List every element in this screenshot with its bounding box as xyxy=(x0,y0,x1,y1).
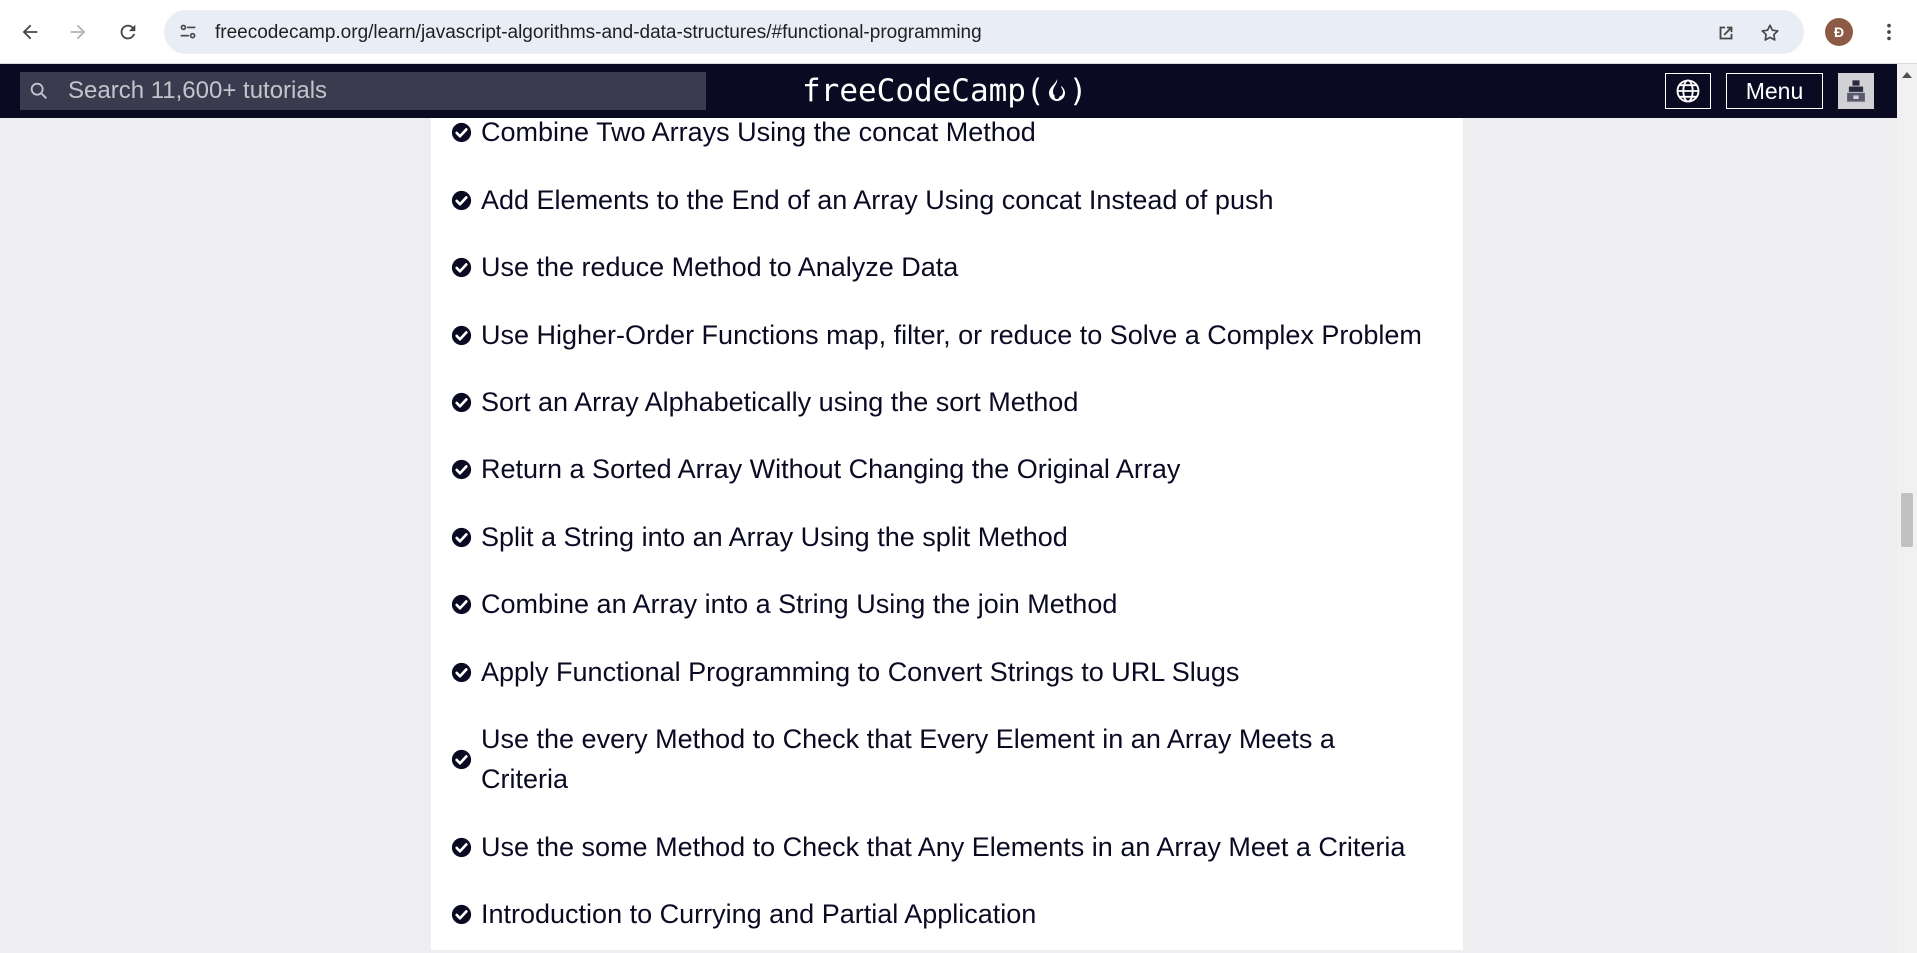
challenge-title: Combine Two Arrays Using the concat Meth… xyxy=(481,117,1036,147)
challenge-item[interactable]: Split a String into an Array Using the s… xyxy=(451,517,1441,557)
site-info-icon[interactable] xyxy=(174,18,202,46)
completed-check-icon xyxy=(451,594,472,614)
challenge-item[interactable]: Return a Sorted Array Without Changing t… xyxy=(451,449,1441,489)
logo-text: freeCodeCamp( xyxy=(802,73,1045,109)
challenge-item[interactable]: Sort an Array Alphabetically using the s… xyxy=(451,382,1441,422)
challenge-item[interactable]: Use Higher-Order Functions map, filter, … xyxy=(451,315,1441,355)
globe-icon xyxy=(1676,79,1700,103)
challenge-title: Use Higher-Order Functions map, filter, … xyxy=(481,320,1422,350)
reload-button[interactable] xyxy=(112,16,144,48)
challenge-title: Use the reduce Method to Analyze Data xyxy=(481,252,959,282)
completed-check-icon xyxy=(451,190,472,210)
search-bar[interactable] xyxy=(20,72,706,110)
challenge-item[interactable]: Combine Two Arrays Using the concat Meth… xyxy=(451,112,1441,152)
browser-profile-avatar[interactable]: Đ xyxy=(1825,18,1853,46)
completed-check-icon xyxy=(451,392,472,412)
back-button[interactable] xyxy=(14,16,46,48)
address-bar[interactable]: freecodecamp.org/learn/javascript-algori… xyxy=(164,10,1804,54)
challenge-item[interactable]: Use the reduce Method to Analyze Data xyxy=(451,247,1441,287)
challenge-title: Sort an Array Alphabetically using the s… xyxy=(481,387,1079,417)
challenge-item[interactable]: Use the some Method to Check that Any El… xyxy=(451,827,1441,867)
freecodecamp-logo[interactable]: freeCodeCamp( ) xyxy=(802,72,1087,110)
flame-icon xyxy=(1048,79,1065,101)
completed-check-icon xyxy=(451,459,472,479)
scrollbar-thumb[interactable] xyxy=(1901,493,1913,547)
challenge-item[interactable]: Combine an Array into a String Using the… xyxy=(451,584,1441,624)
search-icon xyxy=(30,82,47,99)
site-navbar: freeCodeCamp( ) Menu xyxy=(0,64,1897,118)
browser-menu-icon[interactable] xyxy=(1875,18,1903,46)
completed-check-icon xyxy=(451,325,472,345)
avatar-icon xyxy=(1847,80,1865,102)
challenge-item[interactable]: Apply Functional Programming to Convert … xyxy=(451,652,1441,692)
language-button[interactable] xyxy=(1665,73,1711,109)
logo-text-end: ) xyxy=(1068,73,1088,109)
bookmark-star-icon[interactable] xyxy=(1756,19,1784,47)
completed-check-icon xyxy=(451,837,472,857)
back-arrow-icon xyxy=(22,24,38,40)
completed-check-icon xyxy=(451,749,472,769)
user-avatar[interactable] xyxy=(1838,73,1874,109)
reload-icon xyxy=(120,24,136,40)
challenge-title: Use the some Method to Check that Any El… xyxy=(481,832,1406,862)
curriculum-block: Combine Two Arrays Using the concat Meth… xyxy=(431,117,1463,950)
completed-check-icon xyxy=(451,904,472,924)
url-text: freecodecamp.org/learn/javascript-algori… xyxy=(215,22,982,43)
page-scrollbar[interactable] xyxy=(1897,64,1917,953)
challenge-item[interactable]: Add Elements to the End of an Array Usin… xyxy=(451,180,1441,220)
challenge-title: Return a Sorted Array Without Changing t… xyxy=(481,454,1181,484)
challenge-title: Split a String into an Array Using the s… xyxy=(481,522,1068,552)
challenge-item[interactable]: Use the every Method to Check that Every… xyxy=(451,719,1351,799)
scroll-up-arrow-icon[interactable] xyxy=(1902,72,1912,78)
open-in-app-icon[interactable] xyxy=(1712,19,1740,47)
completed-check-icon xyxy=(451,527,472,547)
challenge-title: Combine an Array into a String Using the… xyxy=(481,589,1118,619)
challenge-item[interactable]: Introduction to Currying and Partial App… xyxy=(451,894,1441,934)
search-input[interactable] xyxy=(68,72,688,110)
challenge-title: Add Elements to the End of an Array Usin… xyxy=(481,185,1274,215)
challenge-title: Introduction to Currying and Partial App… xyxy=(481,899,1037,929)
challenge-title: Apply Functional Programming to Convert … xyxy=(481,657,1240,687)
menu-button[interactable]: Menu xyxy=(1726,73,1823,109)
forward-button[interactable] xyxy=(62,16,94,48)
forward-arrow-icon xyxy=(70,24,86,40)
completed-check-icon xyxy=(451,662,472,682)
completed-check-icon xyxy=(451,122,472,142)
completed-check-icon xyxy=(451,257,472,277)
browser-toolbar: freecodecamp.org/learn/javascript-algori… xyxy=(0,0,1917,64)
challenge-title: Use the every Method to Check that Every… xyxy=(481,724,1335,794)
